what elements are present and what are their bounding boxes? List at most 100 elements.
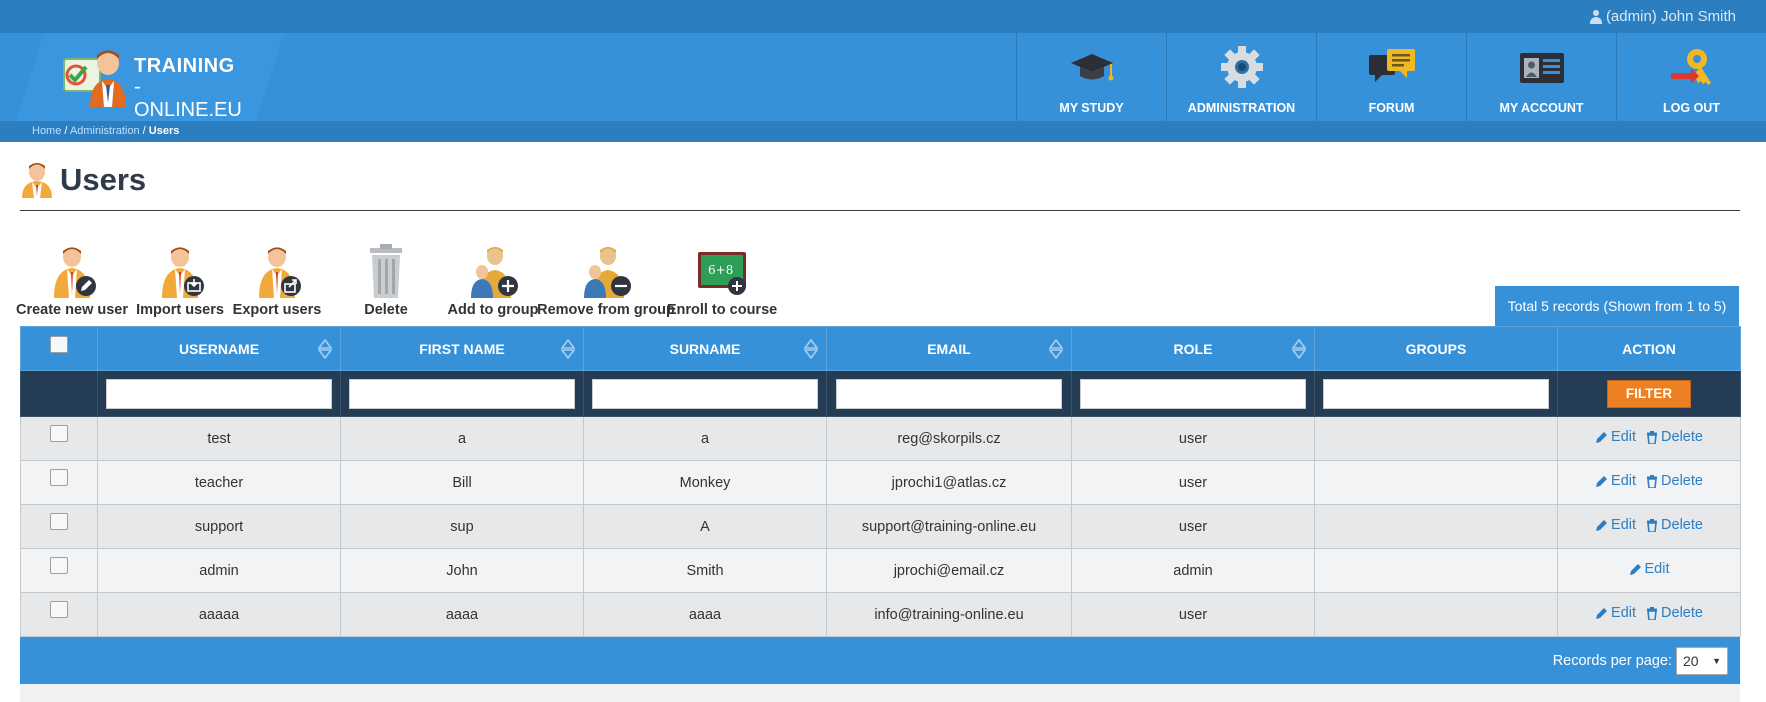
filter-first-name[interactable] xyxy=(349,378,575,409)
table-row: test a a reg@skorpils.cz user Edit Delete xyxy=(20,416,1741,461)
filter-role[interactable] xyxy=(1080,378,1306,409)
cell-surname: aaaa xyxy=(583,592,827,637)
cell-groups xyxy=(1314,504,1558,549)
edit-link[interactable]: Edit xyxy=(1595,605,1636,621)
column-groups: GROUPS xyxy=(1314,326,1558,371)
import-users-button[interactable]: Import users xyxy=(136,244,224,318)
logo-text-line1: TRAINING xyxy=(134,55,235,77)
column-email[interactable]: EMAIL xyxy=(826,326,1072,371)
logo[interactable]: TRAINING -ONLINE.EU xyxy=(58,47,248,121)
breadcrumb-bar: Home / Administration / Users xyxy=(0,121,1766,142)
sort-icon xyxy=(318,339,332,359)
sort-icon xyxy=(804,339,818,359)
edit-link[interactable]: Edit xyxy=(1595,473,1636,489)
trash-small-icon xyxy=(1647,606,1658,620)
add-to-group-label: Add to group xyxy=(447,302,539,318)
filter-email[interactable] xyxy=(836,378,1062,409)
bottom-strip xyxy=(20,684,1740,702)
nav-my-study[interactable]: MY STUDY xyxy=(1016,33,1166,121)
filter-groups[interactable] xyxy=(1323,378,1549,409)
delete-button[interactable]: Delete xyxy=(356,244,416,318)
edit-link[interactable]: Edit xyxy=(1595,517,1636,533)
export-users-label: Export users xyxy=(232,302,322,318)
delete-link[interactable]: Delete xyxy=(1646,605,1703,621)
filter-username[interactable] xyxy=(106,378,332,409)
cell-email: reg@skorpils.cz xyxy=(826,416,1072,461)
import-users-label: Import users xyxy=(136,302,224,318)
nav-log-out[interactable]: LOG OUT xyxy=(1616,33,1766,121)
cell-first-name: a xyxy=(340,416,584,461)
records-per-page-select[interactable]: 20 ▼ xyxy=(1676,647,1728,675)
trash-small-icon xyxy=(1647,430,1658,444)
row-checkbox[interactable] xyxy=(50,557,68,575)
cell-first-name: John xyxy=(340,548,584,593)
breadcrumb-separator: / xyxy=(139,125,149,137)
remove-from-group-button[interactable]: Remove from group xyxy=(537,244,675,318)
cell-role: user xyxy=(1071,592,1315,637)
key-exit-icon xyxy=(1670,49,1711,85)
filter-button[interactable]: FILTER xyxy=(1607,379,1691,408)
cell-surname: Monkey xyxy=(583,460,827,505)
cell-username: aaaaa xyxy=(97,592,341,637)
row-checkbox[interactable] xyxy=(50,469,68,487)
breadcrumb-home[interactable]: Home xyxy=(32,125,61,137)
top-bar: (admin) John Smith xyxy=(0,0,1766,33)
id-card-icon xyxy=(1519,53,1564,83)
sort-icon xyxy=(1049,339,1063,359)
records-per-page-label: Records per page: xyxy=(1552,653,1672,669)
group-remove-icon xyxy=(584,247,631,298)
nav-administration[interactable]: ADMINISTRATION xyxy=(1166,33,1316,121)
trash-small-icon xyxy=(1647,474,1658,488)
export-users-button[interactable]: Export users xyxy=(232,244,322,318)
gear-icon xyxy=(1220,46,1263,88)
chevron-down-icon: ▼ xyxy=(1712,656,1721,666)
sort-icon xyxy=(1292,339,1306,359)
breadcrumb-administration[interactable]: Administration xyxy=(70,125,140,137)
column-action: ACTION xyxy=(1557,326,1741,371)
delete-link[interactable]: Delete xyxy=(1646,473,1703,489)
nav-administration-label: ADMINISTRATION xyxy=(1187,101,1296,115)
cell-surname: a xyxy=(583,416,827,461)
breadcrumb: Home / Administration / Users xyxy=(32,125,179,137)
column-username[interactable]: USERNAME xyxy=(97,326,341,371)
cell-first-name: Bill xyxy=(340,460,584,505)
row-checkbox[interactable] xyxy=(50,513,68,531)
logo-text-line2: -ONLINE.EU xyxy=(134,76,242,121)
enroll-to-course-label: Enroll to course xyxy=(666,302,778,318)
nav-forum[interactable]: FORUM xyxy=(1316,33,1466,121)
cell-groups xyxy=(1314,548,1558,593)
header: TRAINING -ONLINE.EU MY STUDY ADMINISTRAT… xyxy=(0,33,1766,121)
filter-surname[interactable] xyxy=(592,378,818,409)
create-user-button[interactable]: Create new user xyxy=(16,244,128,318)
enroll-to-course-button[interactable]: 6+8 Enroll to course xyxy=(667,244,777,318)
add-to-group-button[interactable]: Add to group xyxy=(447,244,539,318)
edit-link[interactable]: Edit xyxy=(1595,429,1636,445)
cell-username: test xyxy=(97,416,341,461)
cell-email: info@training-online.eu xyxy=(826,592,1072,637)
cell-username: admin xyxy=(97,548,341,593)
cell-actions: Edit Delete xyxy=(1557,460,1741,505)
breadcrumb-current: Users xyxy=(148,125,180,137)
remove-from-group-label: Remove from group xyxy=(537,302,675,318)
sort-icon xyxy=(561,339,575,359)
user-menu[interactable]: (admin) John Smith xyxy=(1589,8,1736,25)
row-checkbox[interactable] xyxy=(50,425,68,443)
delete-label: Delete xyxy=(364,302,408,318)
pencil-icon xyxy=(1596,431,1608,443)
pencil-icon xyxy=(1596,475,1608,487)
export-users-icon xyxy=(259,247,301,298)
delete-link[interactable]: Delete xyxy=(1646,429,1703,445)
column-first-name[interactable]: FIRST NAME xyxy=(340,326,584,371)
graduation-cap-icon xyxy=(1070,54,1113,81)
row-checkbox[interactable] xyxy=(50,601,68,619)
select-all-checkbox[interactable] xyxy=(50,336,68,354)
nav-my-account-label: MY ACCOUNT xyxy=(1499,101,1584,115)
delete-link[interactable]: Delete xyxy=(1646,517,1703,533)
column-role[interactable]: ROLE xyxy=(1071,326,1315,371)
column-surname[interactable]: SURNAME xyxy=(583,326,827,371)
cell-surname: Smith xyxy=(583,548,827,593)
nav-my-account[interactable]: MY ACCOUNT xyxy=(1466,33,1616,121)
edit-link[interactable]: Edit xyxy=(1629,561,1670,577)
user-label: (admin) John Smith xyxy=(1605,8,1736,25)
import-users-icon xyxy=(162,247,204,298)
